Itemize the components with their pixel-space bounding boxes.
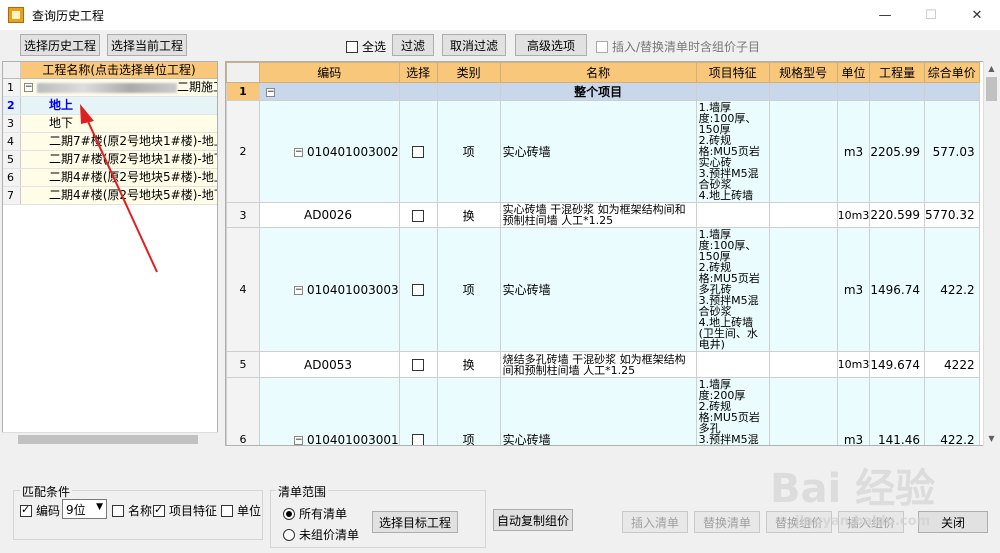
collapse-icon[interactable]: −: [294, 435, 303, 445]
tree-row[interactable]: 1 −二期施工: [3, 79, 217, 97]
col-header-price[interactable]: 综合单价: [923, 62, 980, 83]
scope-all-radio[interactable]: 所有清单: [283, 505, 347, 522]
include-sub-items-checkbox[interactable]: 插入/替换清单时含组价子目: [596, 38, 760, 55]
bill-grid: 编码 选择 类别 名称 项目特征 规格型号 单位 工程量 综合单价 1 − 整个…: [225, 61, 998, 446]
row-select-checkbox[interactable]: [412, 209, 425, 222]
blurred-project-name: [37, 82, 177, 93]
radio-all[interactable]: [283, 507, 295, 520]
col-header-select[interactable]: 选择: [398, 62, 438, 83]
tree-row[interactable]: 7 二期4#楼(原2号地块5#楼)-地下: [3, 187, 217, 205]
scope-unpriced-radio[interactable]: 未组价清单: [283, 526, 359, 543]
select-target-button[interactable]: 选择目标工程: [372, 511, 458, 533]
scroll-up-icon[interactable]: ▲: [984, 61, 999, 76]
match-conditions-title: 匹配条件: [20, 483, 73, 500]
tree-horizontal-scrollbar[interactable]: [2, 432, 218, 446]
tree-row[interactable]: 3 地下: [3, 115, 217, 133]
scroll-thumb[interactable]: [18, 435, 198, 444]
tree-row[interactable]: 5 二期7#楼(原2号地块1#楼)-地下: [3, 151, 217, 169]
match-feature-checkbox[interactable]: 项目特征: [153, 502, 217, 519]
radio-unpriced[interactable]: [283, 528, 295, 541]
include-sub-items-box[interactable]: [596, 40, 608, 53]
insert-bill-button[interactable]: 插入清单: [622, 511, 688, 533]
project-tree: 工程名称(点击选择单位工程) 1 −二期施工 2 地上 3 地下 4 二期7#楼…: [2, 61, 218, 446]
window-title: 查询历史工程: [32, 8, 105, 23]
match-name-box[interactable]: [112, 504, 124, 517]
select-all-checkbox[interactable]: 全选: [346, 38, 386, 55]
select-all-box[interactable]: [346, 40, 358, 53]
collapse-icon[interactable]: −: [294, 285, 303, 295]
match-feature-box[interactable]: [153, 503, 165, 517]
digits-select[interactable]: 9位 ▼: [62, 499, 107, 519]
summary-row[interactable]: 1 − 整个项目: [226, 82, 980, 101]
minimize-button[interactable]: —: [862, 0, 908, 30]
title-bar: 查询历史工程 — ☐ ✕: [0, 0, 1000, 30]
table-row[interactable]: 3 AD0026 换 实心砖墙 干混砂浆 如为框架结构间和预制柱间墙 人工*1.…: [226, 202, 980, 228]
col-header-spec[interactable]: 规格型号: [768, 62, 838, 83]
table-row[interactable]: 5 AD0053 换 烧结多孔砖墙 干混砂浆 如为框架结构间和预制柱间墙 人工*…: [226, 351, 980, 378]
col-header-name[interactable]: 名称: [499, 62, 697, 83]
collapse-icon[interactable]: −: [266, 87, 275, 97]
auto-copy-price-button[interactable]: 自动复制组价: [493, 509, 573, 531]
table-row[interactable]: 4 −010401003003 项 实心砖墙 1.墙厚度:100厚、150厚 2…: [226, 227, 980, 352]
col-header-quantity[interactable]: 工程量: [869, 62, 925, 83]
close-window-button[interactable]: ✕: [954, 0, 1000, 30]
col-header-unit[interactable]: 单位: [836, 62, 871, 83]
row-select-checkbox[interactable]: [412, 284, 425, 296]
col-header-code[interactable]: 编码: [259, 62, 400, 83]
maximize-button[interactable]: ☐: [908, 0, 954, 30]
tree-row-selected[interactable]: 2 地上: [3, 97, 217, 115]
select-current-button[interactable]: 选择当前工程: [107, 34, 187, 56]
chevron-down-icon: ▼: [96, 502, 103, 512]
replace-bill-button[interactable]: 替换清单: [694, 511, 760, 533]
match-code-box[interactable]: [20, 503, 32, 517]
col-header-feature[interactable]: 项目特征: [695, 62, 770, 83]
tree-header: 工程名称(点击选择单位工程): [21, 62, 217, 79]
tree-row[interactable]: 4 二期7#楼(原2号地块1#楼)-地上: [3, 133, 217, 151]
scroll-thumb[interactable]: [986, 77, 997, 101]
close-button[interactable]: 关闭: [918, 511, 988, 533]
cancel-filter-button[interactable]: 取消过滤: [442, 34, 506, 56]
collapse-icon[interactable]: −: [24, 83, 33, 92]
filter-button[interactable]: 过滤: [392, 34, 434, 56]
row-select-checkbox[interactable]: [412, 146, 425, 158]
match-unit-box[interactable]: [221, 504, 233, 517]
table-row[interactable]: 2 −010401003002 项 实心砖墙 1.墙厚度:100厚、150厚 2…: [226, 100, 980, 203]
app-icon: [8, 7, 24, 23]
table-row[interactable]: 6 −010401003001 项 实心砖墙 1.墙厚度:200厚 2.砖规格:…: [226, 377, 980, 445]
row-select-checkbox[interactable]: [412, 434, 425, 445]
watermark-logo-text: Bai 经验: [770, 466, 936, 512]
scroll-down-icon[interactable]: ▼: [984, 431, 999, 446]
tree-row[interactable]: 6 二期4#楼(原2号地块5#楼)-地上: [3, 169, 217, 187]
row-select-checkbox[interactable]: [412, 359, 425, 371]
advanced-options-button[interactable]: 高级选项: [515, 34, 587, 56]
select-history-button[interactable]: 选择历史工程: [20, 34, 100, 56]
grid-vertical-scrollbar[interactable]: ▲ ▼: [983, 61, 998, 446]
replace-price-button[interactable]: 替换组价: [766, 511, 832, 533]
match-code-checkbox[interactable]: 编码: [20, 502, 60, 519]
match-name-checkbox[interactable]: 名称: [112, 502, 152, 519]
collapse-icon[interactable]: −: [294, 147, 303, 157]
col-header-category[interactable]: 类别: [436, 62, 501, 83]
match-unit-checkbox[interactable]: 单位: [221, 502, 261, 519]
scope-title: 清单范围: [276, 483, 329, 500]
insert-price-button[interactable]: 插入组价: [838, 511, 904, 533]
